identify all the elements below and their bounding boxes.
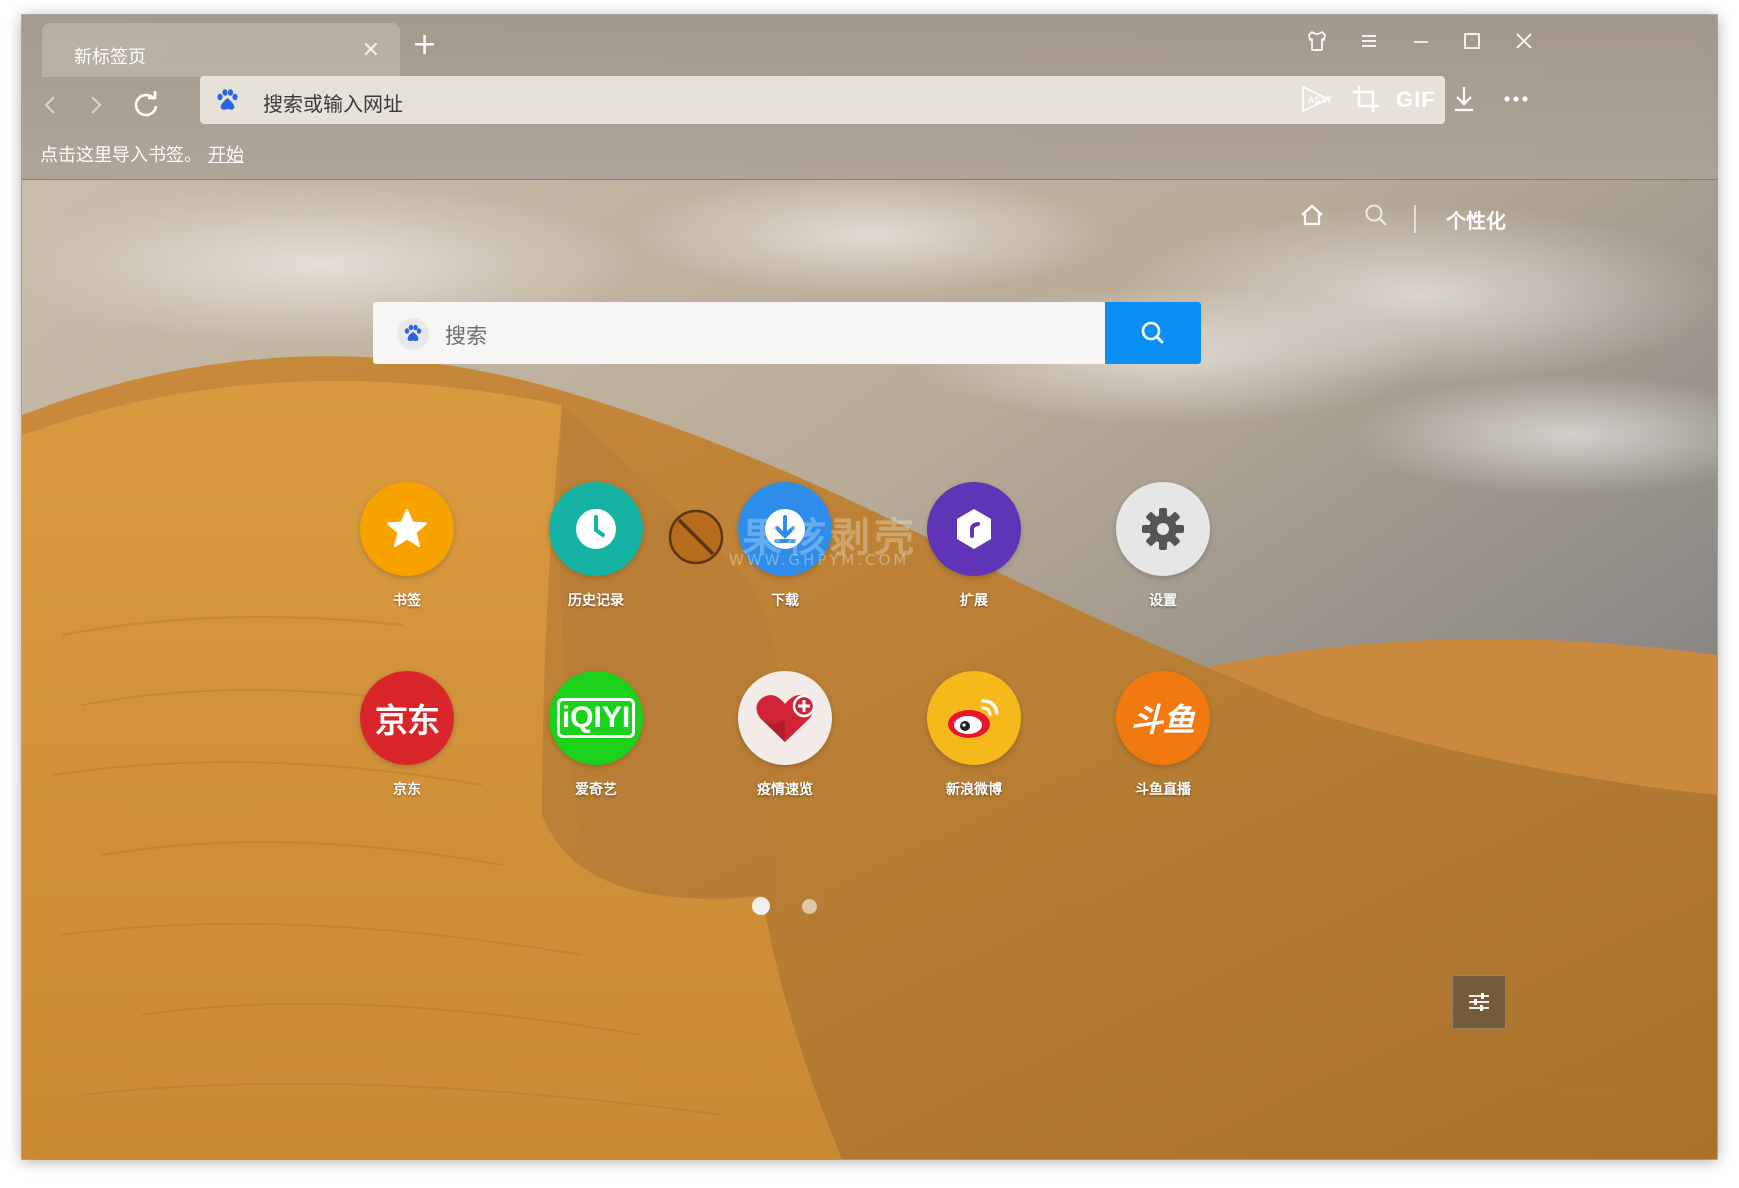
- new-tab-button[interactable]: +: [412, 27, 437, 62]
- tile-extensions[interactable]: 扩展: [914, 482, 1034, 610]
- maximize-icon[interactable]: [1457, 29, 1487, 59]
- tile-label: 新浪微博: [946, 782, 1002, 798]
- pager-dot-2[interactable]: [802, 899, 817, 914]
- watermark-url: WWW.GHPYM.COM: [729, 551, 910, 569]
- ntp-search-box[interactable]: 搜索: [373, 302, 1201, 364]
- tile-label: 下载: [771, 593, 799, 609]
- sliders-icon: [1469, 993, 1489, 1011]
- tile-label: 设置: [1149, 593, 1177, 609]
- gif-icon[interactable]: GIF: [1396, 87, 1435, 123]
- tab-title: 新标签页: [74, 47, 146, 68]
- tile-label: 疫情速览: [757, 782, 813, 798]
- ntp-search-input[interactable]: 搜索: [445, 320, 487, 350]
- tile-epidemic[interactable]: 疫情速览: [725, 671, 845, 799]
- tile-label: 扩展: [960, 593, 988, 609]
- gear-icon: [1116, 482, 1210, 576]
- tile-label: 斗鱼直播: [1135, 782, 1191, 798]
- baidu-engine-icon[interactable]: [397, 318, 429, 350]
- tile-settings[interactable]: 设置: [1103, 482, 1223, 610]
- personalize-button[interactable]: 个性化: [1446, 205, 1506, 234]
- home-icon[interactable]: [1298, 201, 1326, 241]
- close-tab-icon[interactable]: ✕: [362, 38, 380, 63]
- search-icon: [1141, 321, 1164, 344]
- asst-icon[interactable]: ASST: [1298, 81, 1334, 117]
- tile-history[interactable]: 历史记录: [536, 482, 656, 610]
- ntp-search-button[interactable]: [1105, 302, 1201, 364]
- forward-icon[interactable]: [76, 85, 116, 125]
- iqiyi-logo-text: iQIYI: [556, 698, 636, 738]
- minimize-icon[interactable]: [1406, 29, 1436, 59]
- jd-logo: 京东: [360, 671, 454, 765]
- weibo-icon: [927, 671, 1021, 765]
- bookmark-import-bar: 点击这里导入书签。 开始: [40, 141, 244, 167]
- iqiyi-logo: iQIYI: [549, 671, 643, 765]
- more-icon[interactable]: [1498, 81, 1534, 117]
- crop-screenshot-icon[interactable]: [1348, 81, 1384, 117]
- back-icon[interactable]: [30, 85, 70, 125]
- bookmark-import-link[interactable]: 开始: [208, 145, 244, 166]
- tile-weibo[interactable]: 新浪微博: [914, 671, 1034, 799]
- reload-icon[interactable]: [126, 85, 166, 125]
- tab-new-tab-page[interactable]: 新标签页 ✕: [42, 23, 400, 77]
- tile-label: 历史记录: [568, 593, 624, 609]
- bookmark-import-text: 点击这里导入书签。: [40, 145, 202, 166]
- browser-window: 新标签页 ✕ + 搜索或输入网址 ASST GIF 点击这里导入书签。 开始 个…: [22, 15, 1717, 1159]
- tile-label: 京东: [393, 782, 421, 798]
- tile-label: 书签: [393, 593, 421, 609]
- ntp-settings-button[interactable]: [1452, 975, 1506, 1029]
- tile-bookmarks[interactable]: 书签: [347, 482, 467, 610]
- pager-dot-1[interactable]: [752, 897, 770, 915]
- browser-chrome: 新标签页 ✕ + 搜索或输入网址 ASST GIF 点击这里导入书签。 开始: [22, 15, 1717, 180]
- tile-iqiyi[interactable]: iQIYI 爱奇艺: [536, 671, 656, 799]
- clock-icon: [549, 482, 643, 576]
- toolbar-divider: [1414, 205, 1416, 233]
- heart-plus-icon: [738, 671, 832, 765]
- gif-label: GIF: [1396, 87, 1436, 112]
- watermark-logo: [668, 509, 724, 565]
- address-bar[interactable]: 搜索或输入网址: [200, 76, 1445, 124]
- extension-icon: [927, 482, 1021, 576]
- tile-label: 爱奇艺: [575, 782, 617, 798]
- close-window-icon[interactable]: [1509, 29, 1539, 59]
- jd-logo-text: 京东: [375, 701, 440, 740]
- download-icon[interactable]: [1446, 81, 1482, 117]
- asst-label: ASST: [1308, 95, 1333, 105]
- douyu-logo: 斗鱼: [1116, 671, 1210, 765]
- baidu-paw-icon: [214, 87, 240, 113]
- tile-jd[interactable]: 京东 京东: [347, 671, 467, 799]
- address-input[interactable]: 搜索或输入网址: [263, 88, 403, 117]
- tile-douyu[interactable]: 斗鱼 斗鱼直播: [1103, 671, 1223, 799]
- menu-icon[interactable]: [1354, 29, 1384, 59]
- skin-icon[interactable]: [1302, 29, 1332, 59]
- search-toggle-icon[interactable]: [1362, 201, 1390, 241]
- star-icon: [360, 482, 454, 576]
- douyu-logo-text: 斗鱼: [1130, 701, 1195, 739]
